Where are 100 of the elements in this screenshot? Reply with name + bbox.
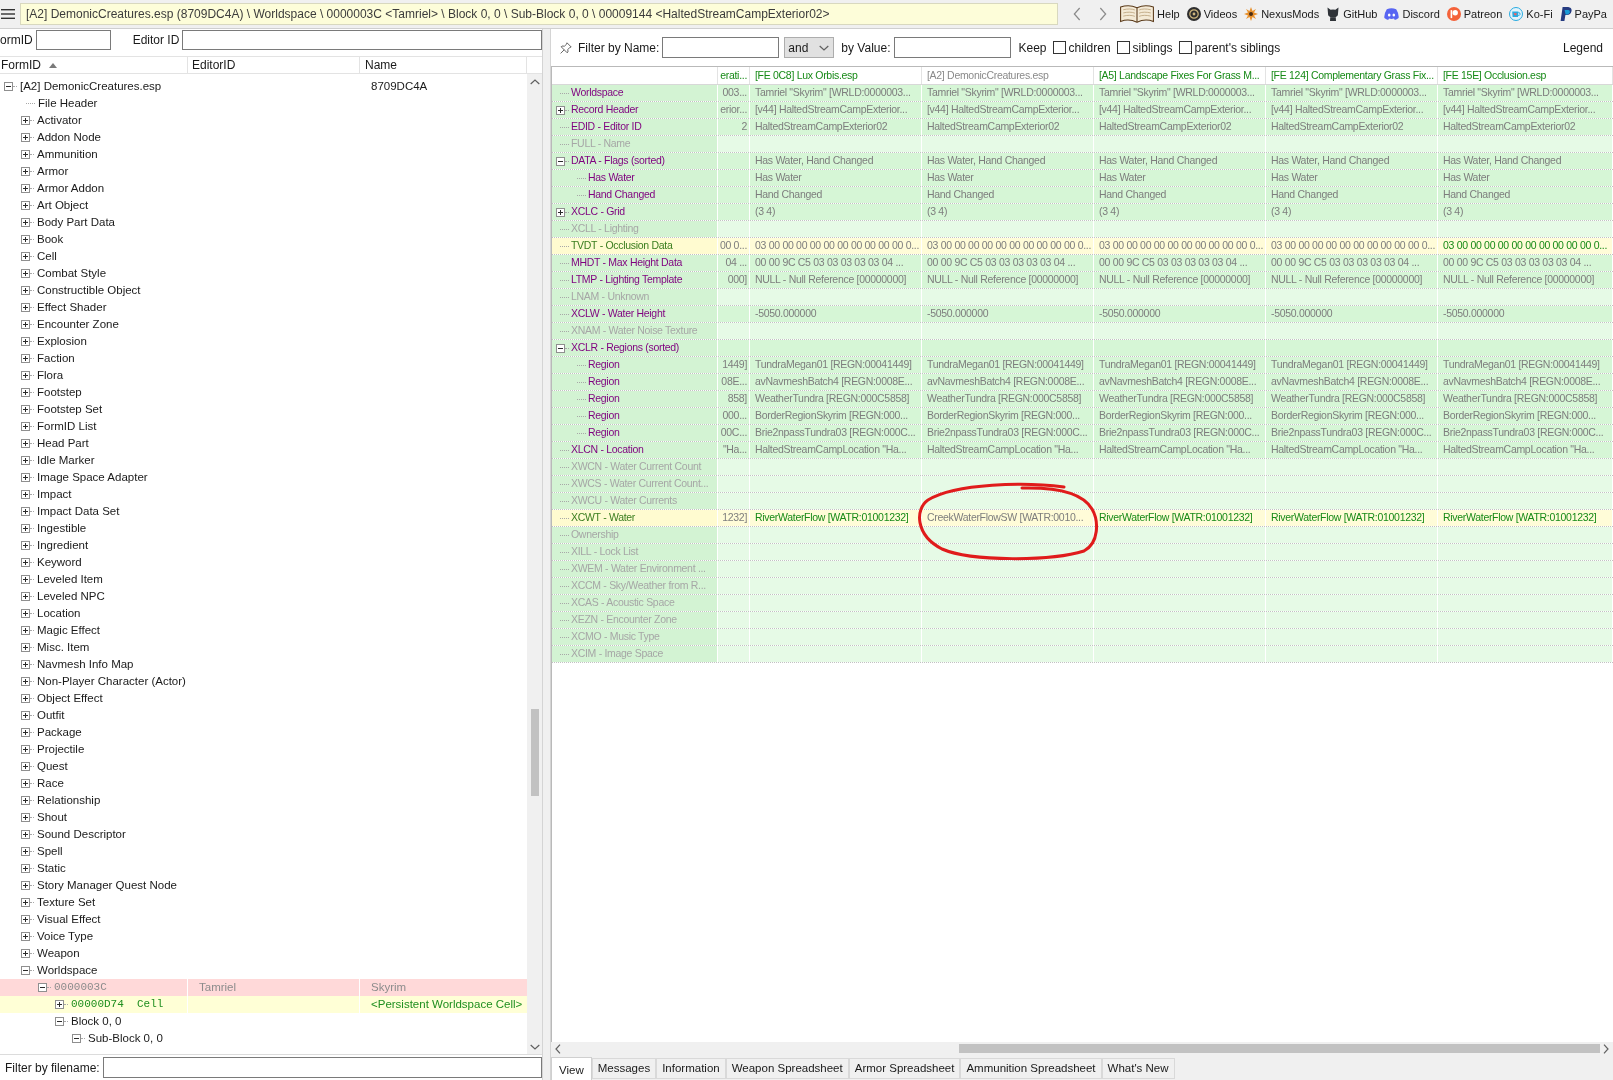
editor-id-field[interactable] [182,29,542,50]
tree-item[interactable]: Armor [37,162,69,181]
expand-icon[interactable] [21,881,30,890]
tree-item[interactable]: Package [37,723,82,742]
tree-item[interactable]: Idle Marker [37,451,95,470]
tree-item[interactable]: Constructible Object [37,281,141,300]
checkbox-label[interactable]: parent's siblings [1194,38,1281,57]
expand-icon[interactable] [21,762,30,771]
expand-icon[interactable] [21,915,30,924]
expand-icon[interactable] [21,320,30,329]
vertical-scrollbar[interactable] [527,74,542,1054]
toolbar-link[interactable]: PayPa [1559,5,1607,23]
tree-item[interactable]: Non-Player Character (Actor) [37,672,186,691]
column-header[interactable]: EditorID [188,57,360,73]
toolbar-link[interactable]: Ko-Fi [1509,5,1553,23]
tree-item[interactable]: FormID List [37,417,97,436]
toolbar-link[interactable]: Discord [1384,5,1440,23]
tree-item[interactable]: Visual Effect [37,910,101,929]
tree-item[interactable]: Book [37,230,64,249]
tree-item[interactable]: Static [37,859,66,878]
expand-icon[interactable] [21,269,30,278]
tree-item[interactable]: Flora [37,366,64,385]
checkbox-label[interactable]: children [1068,38,1111,57]
collapse-icon[interactable] [55,1017,64,1026]
expand-icon[interactable] [21,354,30,363]
checkbox[interactable] [1116,41,1130,54]
expand-icon[interactable] [21,252,30,261]
filename-filter-field[interactable] [102,1057,542,1078]
tree-item[interactable]: Ingestible [37,519,87,538]
expand-icon[interactable] [21,592,30,601]
tab[interactable]: Armor Spreadsheet [848,1058,961,1079]
tree-item[interactable]: Weapon [37,944,80,963]
scroll-thumb[interactable] [530,709,539,796]
tree-item[interactable]: Spell [37,842,63,861]
checkbox[interactable] [1178,41,1192,54]
tree-item[interactable]: Worldspace [37,961,98,980]
tree-item[interactable]: Quest [37,757,68,776]
tree-item[interactable]: Location [37,604,81,623]
tree-item[interactable]: Sound Descriptor [37,825,126,844]
tree-item[interactable]: 00000D74 Cell [71,996,164,1013]
expand-icon[interactable] [21,898,30,907]
expand-icon[interactable] [21,728,30,737]
expand-icon[interactable] [21,949,30,958]
expand-icon[interactable] [21,745,30,754]
tree-item[interactable]: Object Effect [37,689,103,708]
scroll-thumb[interactable] [959,1044,1600,1053]
expand-icon[interactable] [21,847,30,856]
tab[interactable]: Information [656,1058,726,1079]
tree-item[interactable]: Body Part Data [37,213,115,232]
tree-item[interactable]: Misc. Item [37,638,90,657]
filter-value-field[interactable] [893,37,1011,58]
expand-icon[interactable] [21,388,30,397]
tab[interactable]: View [551,1057,592,1080]
tab[interactable]: Ammunition Spreadsheet [960,1058,1102,1079]
column-header[interactable]: [FE 0C8] Lux Orbis.esp [750,67,922,84]
expand-icon[interactable] [21,116,30,125]
operator-dropdown[interactable]: and [784,37,835,58]
expand-icon[interactable] [21,779,30,788]
tree-item[interactable]: Ingredient [37,536,89,555]
expand-icon[interactable] [21,660,30,669]
toolbar-link[interactable]: GitHub [1326,5,1378,23]
toolbar-link[interactable]: Help [1120,5,1180,23]
collapse-icon[interactable] [556,156,565,166]
expand-icon[interactable] [21,864,30,873]
tree-item[interactable]: Shout [37,808,68,827]
expand-icon[interactable] [21,133,30,142]
expand-icon[interactable] [21,626,30,635]
tree-item[interactable]: Projectile [37,740,85,759]
expand-icon[interactable] [21,201,30,210]
tree-item[interactable]: Impact [37,485,72,504]
tree-item[interactable]: Sub-Block 0, 0 [88,1029,163,1048]
filter-name-field[interactable] [662,37,780,58]
expand-icon[interactable] [21,609,30,618]
expand-icon[interactable] [21,218,30,227]
tree-item[interactable]: Activator [37,111,82,130]
tree-item[interactable]: Faction [37,349,75,368]
tree-item[interactable]: Relationship [37,791,101,810]
expand-icon[interactable] [21,405,30,414]
tree-item[interactable]: Block 0, 0 [71,1012,122,1031]
tree-item[interactable]: Voice Type [37,927,94,946]
expand-icon[interactable] [21,575,30,584]
expand-icon[interactable] [21,558,30,567]
expand-icon[interactable] [21,337,30,346]
column-header[interactable]: [A2] DemonicCreatures.esp [922,67,1094,84]
expand-icon[interactable] [21,677,30,686]
expand-icon[interactable] [556,105,565,115]
collapse-icon[interactable] [21,966,30,975]
expand-icon[interactable] [21,541,30,550]
expand-icon[interactable] [21,456,30,465]
tree-item[interactable]: Footstep [37,383,82,402]
tree-item[interactable]: Story Manager Quest Node [37,876,177,895]
expand-icon[interactable] [55,1000,64,1009]
collapse-icon[interactable] [72,1034,81,1043]
tree-item[interactable]: Effect Shader [37,298,107,317]
tree-item[interactable]: Race [37,774,64,793]
pin-icon[interactable] [560,41,572,54]
column-header[interactable]: [FE 15E] Occlusion.esp [1438,67,1613,84]
toolbar-link[interactable]: NexusMods [1244,5,1320,23]
expand-icon[interactable] [21,830,30,839]
expand-icon[interactable] [21,490,30,499]
